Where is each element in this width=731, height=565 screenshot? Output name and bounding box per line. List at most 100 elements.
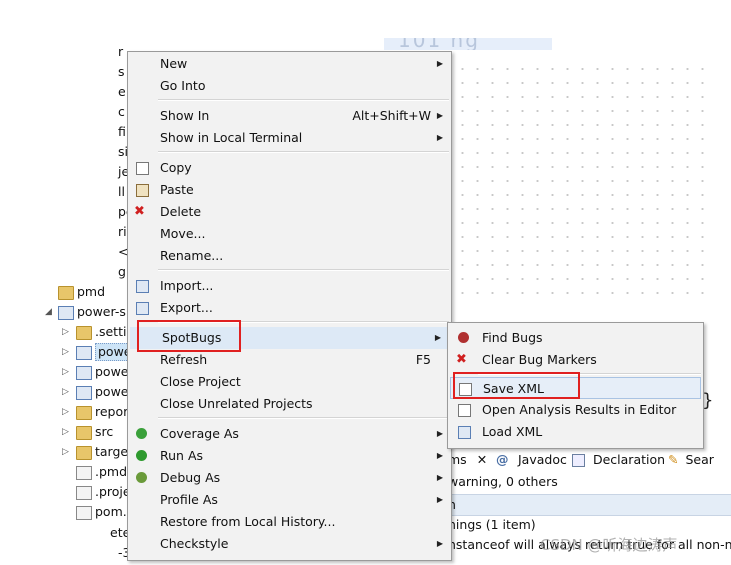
menu-item-new[interactable]: New ▶: [128, 53, 451, 75]
menu-separator: [158, 269, 449, 271]
file-icon: [76, 486, 92, 500]
truncated-label: e: [118, 84, 126, 99]
menu-item-restore-from-local-history[interactable]: Restore from Local History...: [128, 511, 451, 533]
clear-markers-icon: ✖: [456, 352, 467, 367]
folder-icon: [76, 446, 92, 460]
menu-item-label: Rename...: [160, 248, 224, 263]
menu-item-label: New: [160, 56, 188, 71]
menu-item-shortcut: Alt+Shift+W: [352, 108, 431, 123]
menu-item-label: Delete: [160, 204, 202, 219]
dotted-grid: [455, 62, 705, 302]
submenu-arrow-icon: ▶: [436, 133, 443, 142]
menu-item-copy[interactable]: Copy: [128, 157, 451, 179]
file-icon: [76, 466, 92, 480]
expand-arrow-icon[interactable]: ▷: [62, 442, 69, 462]
menu-item-label: Checkstyle: [160, 536, 229, 551]
tab-problems[interactable]: ms ✕: [448, 448, 487, 472]
expand-arrow-icon[interactable]: ▷: [62, 402, 69, 422]
delete-icon: ✖: [134, 204, 145, 219]
tree-item-label: power-s: [77, 304, 126, 319]
menu-item-label: Profile As: [160, 492, 218, 507]
menu-item-coverage-as[interactable]: Coverage As ▶: [128, 423, 451, 445]
submenu-item-clear-bug-markers[interactable]: ✖ Clear Bug Markers: [450, 349, 701, 371]
project-icon: [76, 386, 92, 400]
menu-item-paste[interactable]: Paste: [128, 179, 451, 201]
submenu-item-label: Open Analysis Results in Editor: [482, 402, 677, 417]
load-xml-icon: [458, 426, 471, 439]
tab-search[interactable]: ✎ Sear: [668, 448, 714, 472]
tree-item-label: powe: [95, 384, 129, 399]
tab-label: Declaration: [592, 452, 666, 467]
bug-icon: [458, 332, 469, 343]
menu-item-label: Go Into: [160, 78, 206, 93]
menu-item-move[interactable]: Move...: [128, 223, 451, 245]
menu-item-profile-as[interactable]: Profile As ▶: [128, 489, 451, 511]
menu-item-label: Export...: [160, 300, 213, 315]
folder-icon: [76, 326, 92, 340]
problem-group[interactable]: nings (1 item): [448, 515, 536, 535]
menu-item-label: Paste: [160, 182, 194, 197]
menu-item-refresh[interactable]: Refresh F5: [128, 349, 451, 371]
close-icon[interactable]: ✕: [477, 452, 487, 467]
export-icon: [136, 302, 149, 315]
tree-item-label: powe: [95, 364, 129, 379]
tree-item-label: pom.: [95, 504, 127, 519]
menu-item-export[interactable]: Export...: [128, 297, 451, 319]
submenu-item-load-xml[interactable]: Load XML: [450, 421, 701, 443]
submenu-item-find-bugs[interactable]: Find Bugs: [450, 327, 701, 349]
menu-item-import[interactable]: Import...: [128, 275, 451, 297]
javadoc-icon: @: [496, 452, 509, 467]
tree-item-label: .proje: [95, 484, 131, 499]
menu-item-label: Close Project: [160, 374, 241, 389]
menu-item-label: Run As: [160, 448, 204, 463]
menu-item-show-in-local-terminal[interactable]: Show in Local Terminal ▶: [128, 127, 451, 149]
menu-separator: [158, 99, 449, 101]
dotted-grid: [455, 296, 710, 302]
problems-header: n: [448, 494, 731, 516]
truncated-label: r: [118, 44, 124, 59]
menu-item-run-as[interactable]: Run As ▶: [128, 445, 451, 467]
menu-item-show-in[interactable]: Show In Alt+Shift+W ▶: [128, 105, 451, 127]
menu-item-go-into[interactable]: Go Into: [128, 75, 451, 97]
tab-javadoc[interactable]: @ Javadoc: [496, 448, 567, 472]
menu-item-label: Show In: [160, 108, 210, 123]
tab-declaration[interactable]: Declaration: [572, 448, 665, 472]
submenu-arrow-icon: ▶: [436, 495, 443, 504]
expand-arrow-icon[interactable]: ▷: [62, 382, 69, 402]
folder-icon: [76, 426, 92, 440]
truncated-label: g: [118, 264, 126, 279]
expand-arrow-icon[interactable]: ▷: [62, 422, 69, 442]
menu-item-checkstyle[interactable]: Checkstyle ▶: [128, 533, 451, 555]
menu-separator: [158, 151, 449, 153]
menu-item-label: Refresh: [160, 352, 208, 367]
menu-item-label: Coverage As: [160, 426, 239, 441]
menu-item-close-unrelated-projects[interactable]: Close Unrelated Projects: [128, 393, 451, 415]
menu-item-close-project[interactable]: Close Project: [128, 371, 451, 393]
bottom-panel-tabs: ms ✕ @ Javadoc Declaration ✎ Sear: [448, 448, 731, 472]
debug-icon: [136, 472, 147, 483]
import-icon: [136, 280, 149, 293]
context-menu: New ▶ Go Into Show In Alt+Shift+W ▶ Show in Lo…: [127, 51, 452, 561]
open-results-icon: [458, 404, 471, 417]
submenu-arrow-icon: ▶: [434, 333, 441, 342]
truncated-label: c: [118, 104, 125, 119]
folder-icon: [58, 286, 74, 300]
project-explorer: r s e c fi si je ll pe ri < g pmd ◢ power-s ▷ .setti…: [0, 0, 135, 565]
menu-item-debug-as[interactable]: Debug As ▶: [128, 467, 451, 489]
submenu-item-open-analysis-results-in-editor[interactable]: Open Analysis Results in Editor: [450, 399, 701, 421]
submenu-item-label: Clear Bug Markers: [482, 352, 597, 367]
truncated-label: ll: [118, 184, 125, 199]
expand-arrow-icon[interactable]: ▷: [62, 322, 69, 342]
truncated-label: fi: [118, 124, 126, 139]
menu-item-rename[interactable]: Rename...: [128, 245, 451, 267]
menu-item-label: Import...: [160, 278, 214, 293]
submenu-item-label: Load XML: [482, 424, 543, 439]
menu-item-delete[interactable]: ✖ Delete: [128, 201, 451, 223]
collapse-arrow-icon[interactable]: ◢: [45, 302, 52, 322]
declaration-icon: [572, 454, 585, 467]
menu-item-label: Restore from Local History...: [160, 514, 336, 529]
expand-arrow-icon[interactable]: ▷: [62, 342, 69, 362]
project-icon: [76, 366, 92, 380]
expand-arrow-icon[interactable]: ▷: [62, 362, 69, 382]
problems-summary: warning, 0 others: [448, 474, 558, 489]
